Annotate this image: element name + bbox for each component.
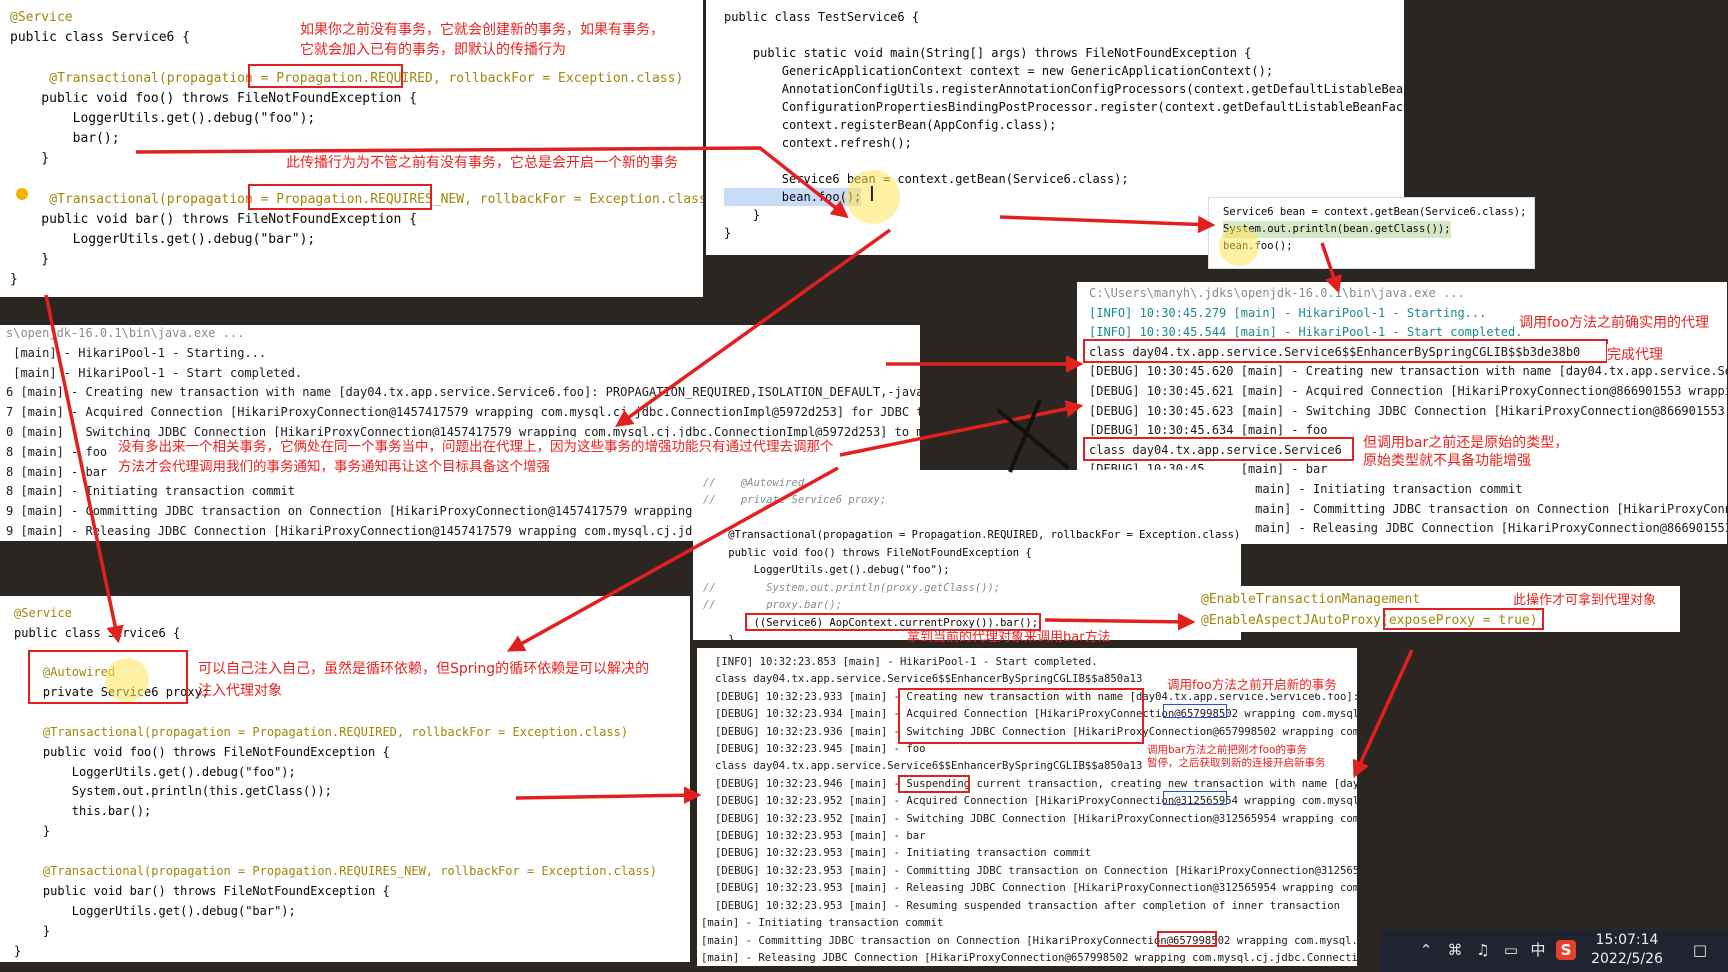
annotation-arrows xyxy=(44,146,1414,804)
arrow-to-annotations xyxy=(1044,613,1196,631)
arrow-to-console xyxy=(1320,242,1342,294)
arrow-to-service6 xyxy=(44,294,124,644)
notification-icon[interactable]: □ xyxy=(1690,940,1710,960)
arrow-to-console-3 xyxy=(515,786,702,804)
ime-indicator[interactable]: 中 xyxy=(1528,940,1548,960)
sogou-icon[interactable]: S xyxy=(1556,940,1576,960)
wifi-icon[interactable]: ⌘ xyxy=(1445,940,1465,960)
clock-time: 15:07:14 xyxy=(1595,932,1659,948)
clock-date: 2022/5/26 xyxy=(1591,951,1663,967)
arrow-to-log xyxy=(1352,649,1414,779)
arrow-to-console-2 xyxy=(615,228,892,428)
arrow-bar-to-main xyxy=(135,146,849,219)
clock[interactable]: 15:07:14 2022/5/26 xyxy=(1582,931,1672,969)
arrow-to-snippet xyxy=(999,215,1216,234)
arrow-to-autowired xyxy=(506,466,839,652)
volume-icon[interactable]: ♫ xyxy=(1473,940,1493,960)
taskbar: ⌃ ⌘ ♫ ▭ 中 S □ xyxy=(1380,930,1728,972)
chevron-up-icon[interactable]: ⌃ xyxy=(1416,940,1436,960)
battery-icon[interactable]: ▭ xyxy=(1501,940,1521,960)
